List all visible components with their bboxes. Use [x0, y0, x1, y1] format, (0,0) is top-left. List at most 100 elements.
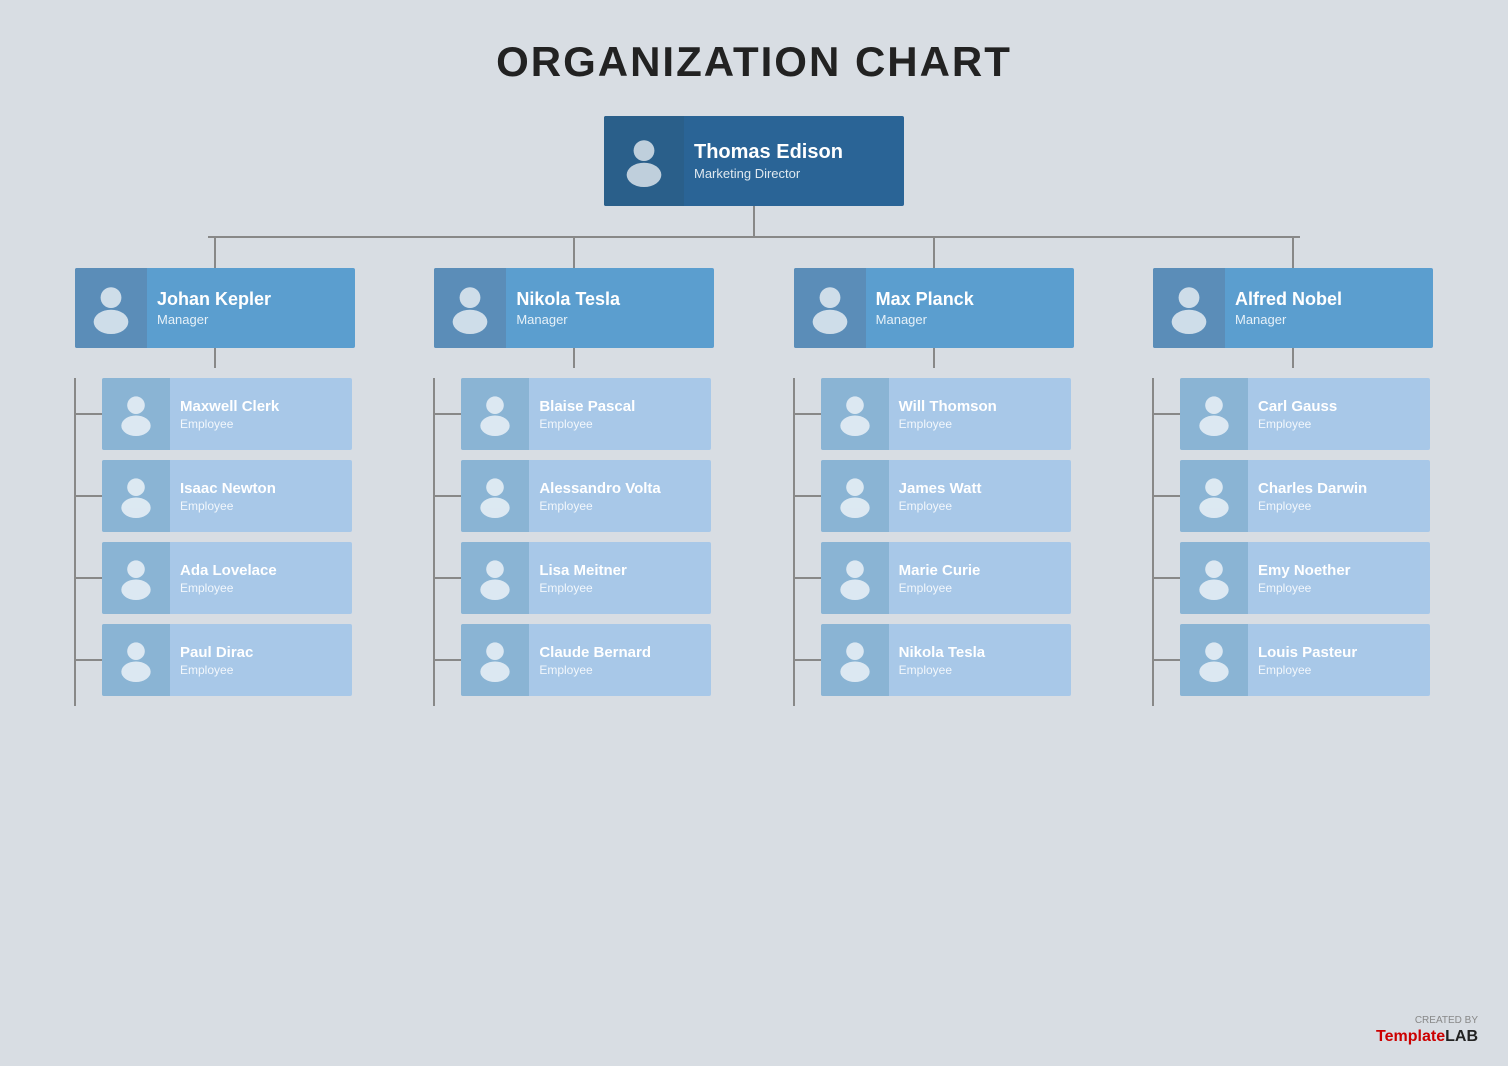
emp-avatar-1-3 — [461, 624, 529, 696]
manager-name-1: Nikola Tesla — [516, 289, 704, 310]
emp-hconn-3-2 — [1152, 577, 1180, 579]
emp-row-2-1: James Watt Employee — [773, 460, 1095, 532]
emp-card-1-1[interactable]: Alessandro Volta Employee — [461, 460, 711, 532]
emp-info-1-0: Blaise Pascal Employee — [529, 392, 711, 437]
emp-card-2-1[interactable]: James Watt Employee — [821, 460, 1071, 532]
emp-avatar-2-1 — [821, 460, 889, 532]
emp-hconn-2-0 — [793, 413, 821, 415]
emp-hconn-3-0 — [1152, 413, 1180, 415]
vline-emp-stem-0 — [214, 348, 216, 368]
manager-branch-1: Nikola Tesla Manager — [413, 238, 735, 706]
emp-hconn-1-0 — [433, 413, 461, 415]
emp-card-2-0[interactable]: Will Thomson Employee — [821, 378, 1071, 450]
director-card[interactable]: Thomas Edison Marketing Director — [604, 116, 904, 206]
emp-name-3-1: Charles Darwin — [1258, 480, 1420, 497]
emp-role-0-2: Employee — [180, 581, 342, 595]
emp-avatar-2-3 — [821, 624, 889, 696]
manager-avatar-1 — [434, 268, 506, 348]
emp-avatar-0-1 — [102, 460, 170, 532]
emp-row-0-0: Maxwell Clerk Employee — [54, 378, 376, 450]
emp-card-3-2[interactable]: Emy Noether Employee — [1180, 542, 1430, 614]
director-info: Thomas Edison Marketing Director — [684, 135, 904, 187]
employees-section-3: Carl Gauss Employee — [1132, 378, 1454, 706]
manager-card-1[interactable]: Nikola Tesla Manager — [434, 268, 714, 348]
emp-card-3-3[interactable]: Louis Pasteur Employee — [1180, 624, 1430, 696]
emp-row-2-2: Marie Curie Employee — [773, 542, 1095, 614]
vline-manager-2 — [933, 238, 935, 268]
emp-avatar-1-2 — [461, 542, 529, 614]
emp-hconn-2-2 — [793, 577, 821, 579]
emp-info-3-0: Carl Gauss Employee — [1248, 392, 1430, 437]
emp-hconn-0-0 — [74, 413, 102, 415]
emp-hconn-1-2 — [433, 577, 461, 579]
manager-name-0: Johan Kepler — [157, 289, 345, 310]
emp-info-3-1: Charles Darwin Employee — [1248, 474, 1430, 519]
emp-name-3-0: Carl Gauss — [1258, 398, 1420, 415]
emp-hconn-2-3 — [793, 659, 821, 661]
emp-card-0-1[interactable]: Isaac Newton Employee — [102, 460, 352, 532]
emp-card-2-3[interactable]: Nikola Tesla Employee — [821, 624, 1071, 696]
emp-role-3-2: Employee — [1258, 581, 1420, 595]
employees-section-2: Will Thomson Employee — [773, 378, 1095, 706]
emp-card-3-0[interactable]: Carl Gauss Employee — [1180, 378, 1430, 450]
manager-card-0[interactable]: Johan Kepler Manager — [75, 268, 355, 348]
emp-role-3-1: Employee — [1258, 499, 1420, 513]
emp-name-1-1: Alessandro Volta — [539, 480, 701, 497]
manager-role-2: Manager — [876, 312, 1064, 327]
manager-avatar-3 — [1153, 268, 1225, 348]
emp-card-1-0[interactable]: Blaise Pascal Employee — [461, 378, 711, 450]
emp-hconn-2-1 — [793, 495, 821, 497]
emp-role-2-1: Employee — [899, 499, 1061, 513]
emp-row-1-2: Lisa Meitner Employee — [413, 542, 735, 614]
manager-info-1: Nikola Tesla Manager — [506, 283, 714, 333]
emp-name-2-0: Will Thomson — [899, 398, 1061, 415]
vline-manager-1 — [573, 238, 575, 268]
watermark-template: Template — [1376, 1028, 1445, 1045]
emp-info-2-0: Will Thomson Employee — [889, 392, 1071, 437]
emp-name-0-1: Isaac Newton — [180, 480, 342, 497]
director-role: Marketing Director — [694, 166, 894, 181]
emp-row-3-0: Carl Gauss Employee — [1132, 378, 1454, 450]
emp-info-2-3: Nikola Tesla Employee — [889, 638, 1071, 683]
emp-row-2-3: Nikola Tesla Employee — [773, 624, 1095, 696]
watermark: CREATED BY TemplateLAB — [1376, 1015, 1478, 1046]
emp-role-0-1: Employee — [180, 499, 342, 513]
manager-card-2[interactable]: Max Planck Manager — [794, 268, 1074, 348]
manager-avatar-0 — [75, 268, 147, 348]
emp-row-1-1: Alessandro Volta Employee — [413, 460, 735, 532]
emp-card-3-1[interactable]: Charles Darwin Employee — [1180, 460, 1430, 532]
emp-name-0-2: Ada Lovelace — [180, 562, 342, 579]
emp-avatar-1-0 — [461, 378, 529, 450]
emp-avatar-0-3 — [102, 624, 170, 696]
emp-role-1-1: Employee — [539, 499, 701, 513]
emp-avatar-2-2 — [821, 542, 889, 614]
emp-row-3-1: Charles Darwin Employee — [1132, 460, 1454, 532]
org-chart: Thomas Edison Marketing Director Johan — [54, 116, 1454, 706]
manager-role-3: Manager — [1235, 312, 1423, 327]
emp-card-1-3[interactable]: Claude Bernard Employee — [461, 624, 711, 696]
emp-name-1-3: Claude Bernard — [539, 644, 701, 661]
manager-role-1: Manager — [516, 312, 704, 327]
emp-info-2-1: James Watt Employee — [889, 474, 1071, 519]
emp-info-0-0: Maxwell Clerk Employee — [170, 392, 352, 437]
vline-emp-stem-3 — [1292, 348, 1294, 368]
managers-row: Johan Kepler Manager — [54, 238, 1454, 706]
manager-name-2: Max Planck — [876, 289, 1064, 310]
emp-role-0-3: Employee — [180, 663, 342, 677]
emp-card-2-2[interactable]: Marie Curie Employee — [821, 542, 1071, 614]
emp-role-2-0: Employee — [899, 417, 1061, 431]
emp-card-1-2[interactable]: Lisa Meitner Employee — [461, 542, 711, 614]
emp-avatar-3-3 — [1180, 624, 1248, 696]
emp-name-2-3: Nikola Tesla — [899, 644, 1061, 661]
emp-row-1-0: Blaise Pascal Employee — [413, 378, 735, 450]
emp-row-0-2: Ada Lovelace Employee — [54, 542, 376, 614]
vline-manager-0 — [214, 238, 216, 268]
director-row: Thomas Edison Marketing Director — [54, 116, 1454, 206]
manager-card-3[interactable]: Alfred Nobel Manager — [1153, 268, 1433, 348]
emp-card-0-3[interactable]: Paul Dirac Employee — [102, 624, 352, 696]
emp-card-0-2[interactable]: Ada Lovelace Employee — [102, 542, 352, 614]
emp-card-0-0[interactable]: Maxwell Clerk Employee — [102, 378, 352, 450]
emp-role-3-3: Employee — [1258, 663, 1420, 677]
director-name: Thomas Edison — [694, 141, 894, 164]
vline-emp-stem-1 — [573, 348, 575, 368]
